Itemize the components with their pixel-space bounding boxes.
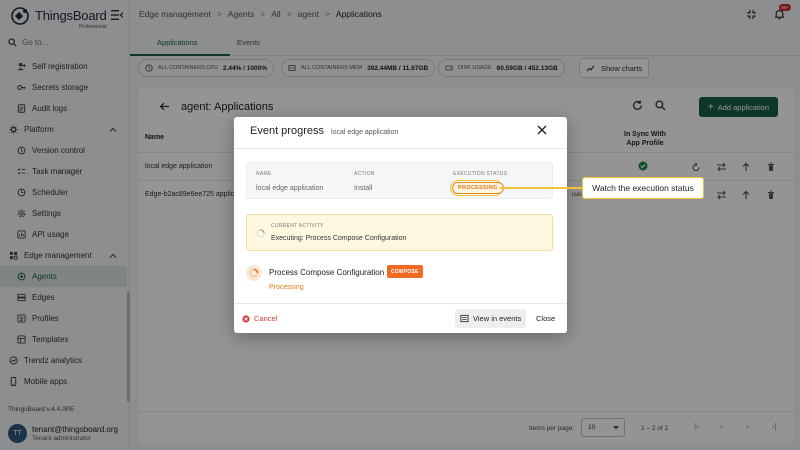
info-value-action: Install [354,185,373,192]
list-icon [460,314,469,323]
step-name: Process Compose Configuration [269,268,385,277]
event-info-box: NAME ACTION EXECUTION STATUS local edge … [246,162,553,199]
activity-label: CURRENT ACTIVITY [271,223,324,229]
step-progress-icon [246,265,262,281]
progress-step: Process Compose Configuration COMPOSE Pr… [246,263,553,293]
dialog-subtitle: local edge application [331,129,399,136]
tutorial-callout: Watch the execution status [582,177,704,199]
cancel-circle-icon [242,314,250,323]
step-status: Processing [269,284,304,291]
step-tag: COMPOSE [387,265,423,278]
dialog-footer-divider [234,303,567,304]
info-header-name: NAME [256,171,272,177]
current-activity-box: CURRENT ACTIVITY Executing: Process Comp… [246,214,553,251]
dialog-title: Event progress [250,125,324,137]
dialog-divider [234,148,567,149]
spinner-icon [256,229,265,238]
info-value-name: local edge application [256,185,324,192]
close-icon[interactable] [537,125,547,135]
info-header-status: EXECUTION STATUS [453,171,508,177]
activity-value: Executing: Process Compose Configuration [271,235,407,242]
callout-connector [500,187,582,189]
view-in-events-button[interactable]: View in events [455,309,527,328]
cancel-button[interactable]: Cancel [242,314,277,323]
status-badge: PROCESSING [452,182,504,194]
info-header-action: ACTION [354,171,375,177]
close-button[interactable]: Close [536,314,555,323]
event-progress-dialog: Event progress local edge application NA… [234,117,567,333]
